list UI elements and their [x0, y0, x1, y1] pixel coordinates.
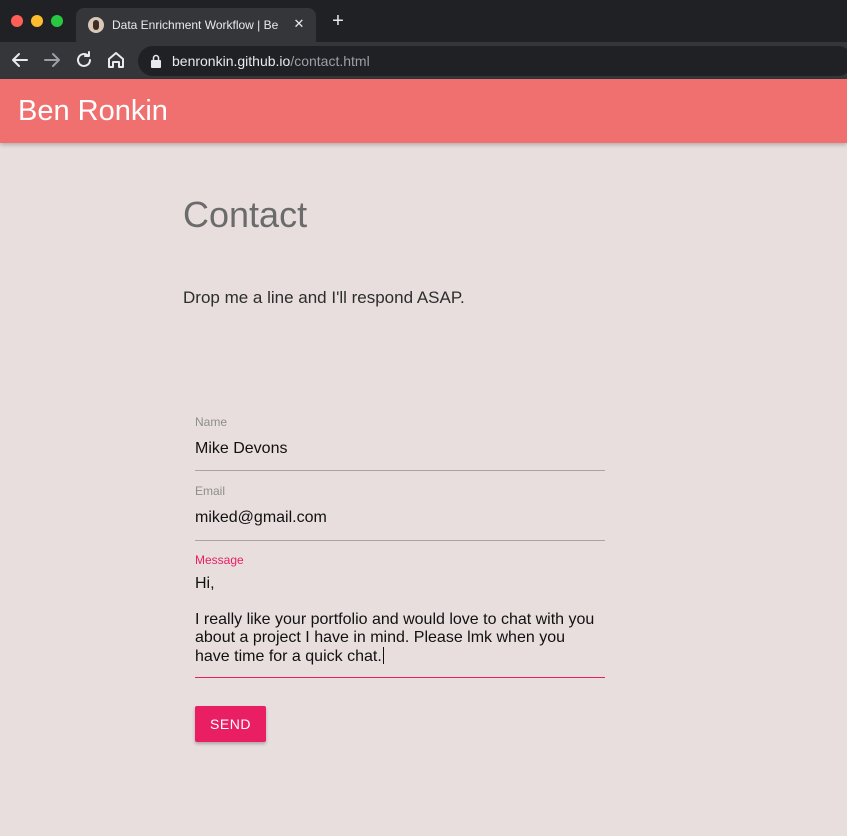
forward-arrow-icon[interactable] [40, 48, 64, 72]
lock-icon[interactable] [150, 54, 162, 68]
message-line [195, 593, 610, 611]
new-tab-icon[interactable]: + [328, 11, 348, 31]
favicon-icon [88, 17, 104, 33]
site-name-link[interactable]: Ben Ronkin [18, 93, 168, 129]
site-header: Ben Ronkin [0, 79, 847, 143]
message-line: I really like your portfolio and would l… [195, 611, 595, 628]
intro-text: Drop me a line and I'll respond ASAP. [183, 288, 465, 307]
page-title: Contact [183, 194, 308, 235]
message-line: have time for a quick chat. [195, 648, 382, 665]
message-line-last: have time for a quick chat. [195, 647, 610, 666]
tab-close-icon[interactable]: ✕ [290, 15, 308, 33]
send-button[interactable]: SEND [195, 706, 266, 742]
message-textarea[interactable]: Hi, I really like your portfolio and wou… [195, 575, 610, 666]
browser-toolbar: benronkin.github.io/contact.html [0, 42, 847, 79]
message-line: about a project I have in mind. Please l… [195, 629, 565, 646]
url-host: benronkin.github.io [172, 53, 291, 69]
address-bar[interactable]: benronkin.github.io/contact.html [138, 46, 847, 76]
email-field-underline [195, 540, 605, 541]
url-text: benronkin.github.io/contact.html [172, 53, 370, 69]
name-field[interactable] [195, 440, 605, 458]
message-label: Message [195, 553, 244, 567]
text-cursor [382, 647, 384, 664]
reload-icon[interactable] [72, 48, 96, 72]
home-icon[interactable] [104, 48, 128, 72]
message-field-underline [195, 677, 605, 678]
name-label: Name [195, 415, 228, 429]
email-label: Email [195, 484, 226, 498]
minimize-window-button[interactable] [31, 15, 43, 27]
url-path: /contact.html [290, 53, 370, 69]
browser-tab[interactable]: Data Enrichment Workflow | Be ✕ [76, 8, 316, 42]
email-field[interactable] [195, 509, 605, 527]
tab-title: Data Enrichment Workflow | Be [112, 18, 279, 32]
message-line: Hi, [195, 575, 215, 592]
name-field-underline [195, 470, 605, 471]
maximize-window-button[interactable] [51, 15, 63, 27]
close-window-button[interactable] [11, 15, 23, 27]
browser-tab-bar: Data Enrichment Workflow | Be ✕ + [0, 0, 847, 42]
back-arrow-icon[interactable] [8, 48, 32, 72]
